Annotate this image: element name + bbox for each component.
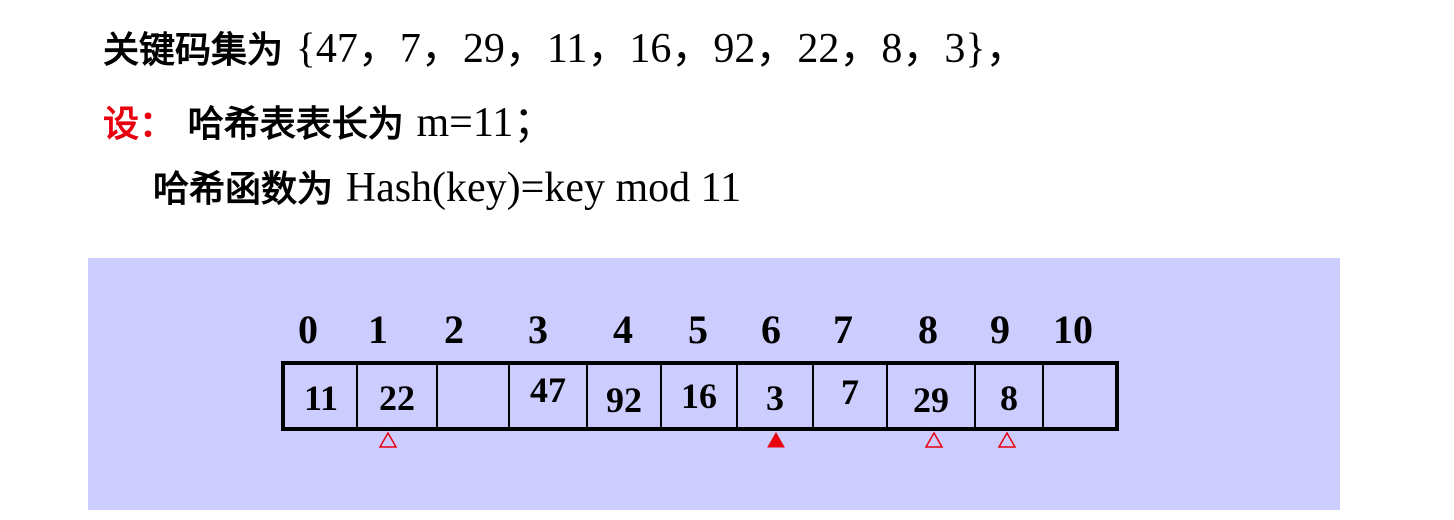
hash-function-label: 哈希函数为 — [153, 169, 334, 210]
table-length-formula: m=11； — [416, 100, 556, 146]
hash-table: 11 22 47 92 16 3 7 29 8 — [281, 361, 1119, 431]
assume-label: 设： — [103, 104, 176, 145]
cell-divider — [974, 365, 976, 427]
slot-value-3: 47 — [530, 370, 566, 410]
slot-index-9: 9 — [990, 307, 1010, 352]
cell-divider — [1042, 365, 1044, 427]
slot-index-4: 4 — [613, 307, 633, 352]
cell-divider — [886, 365, 888, 427]
slot-value-9: 8 — [1000, 378, 1018, 418]
cell-divider — [660, 365, 662, 427]
cell-divider — [736, 365, 738, 427]
keyset-values: {47，7，29，11，16，92，22，8，3}， — [295, 26, 1028, 72]
slot-index-8: 8 — [918, 307, 938, 352]
keyset-label: 关键码集为 — [103, 30, 284, 71]
cell-divider — [436, 365, 438, 427]
slot-value-0: 11 — [303, 378, 339, 418]
slot-value-4: 92 — [606, 380, 642, 420]
slot-index-2: 2 — [444, 307, 464, 352]
slot-value-5: 16 — [681, 376, 717, 416]
slot-index-6: 6 — [761, 307, 781, 352]
cell-divider — [356, 365, 358, 427]
slot-index-0: 0 — [298, 307, 318, 352]
slot-index-1: 1 — [368, 307, 388, 352]
slot-index-10: 10 — [1053, 307, 1093, 352]
table-length-line: 设： 哈希表表长为 m=11； — [103, 88, 555, 149]
slot-value-6: 3 — [766, 378, 784, 418]
table-length-label: 哈希表表长为 — [187, 104, 404, 145]
slot-value-8: 29 — [913, 380, 949, 420]
hash-table-panel: 0 1 2 3 4 5 6 7 8 9 10 11 22 47 92 16 3 7 29 8 — [88, 258, 1340, 510]
cell-divider — [586, 365, 588, 427]
slot-value-1: 22 — [379, 378, 415, 418]
slot-index-7: 7 — [833, 307, 853, 352]
slot-value-7: 7 — [841, 372, 859, 412]
slot-index-5: 5 — [688, 307, 708, 352]
keyset-line: 关键码集为 {47，7，29，11，16，92，22，8，3}， — [103, 14, 1028, 75]
cell-divider — [508, 365, 510, 427]
cell-divider — [812, 365, 814, 427]
slot-index-3: 3 — [528, 307, 548, 352]
hash-function-line: 哈希函数为 Hash(key)=key mod 11 — [153, 160, 741, 212]
hash-function-formula: Hash(key)=key mod 11 — [345, 165, 742, 211]
